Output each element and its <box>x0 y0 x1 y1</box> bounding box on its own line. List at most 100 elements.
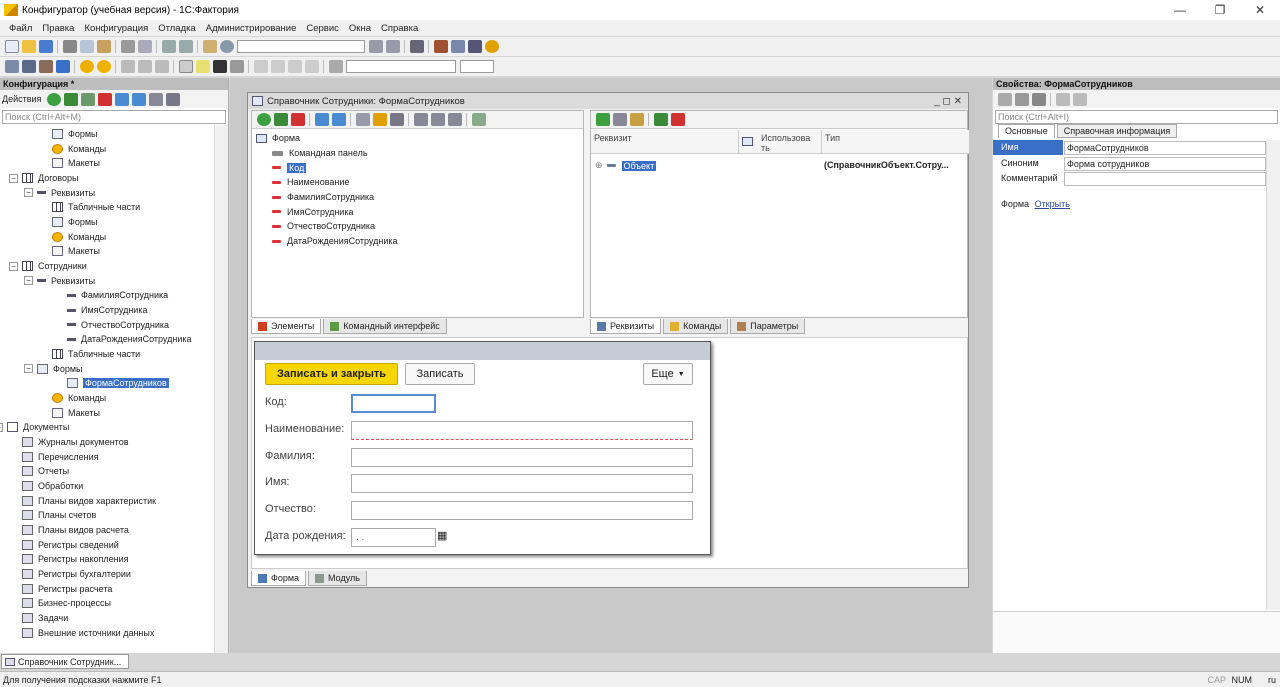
field-input[interactable] <box>351 394 436 413</box>
format-icon[interactable] <box>328 60 343 73</box>
property-value[interactable] <box>1064 172 1266 186</box>
menu-help[interactable]: Справка <box>381 23 418 34</box>
italic-icon[interactable] <box>137 60 152 73</box>
font-color-icon[interactable] <box>212 60 227 73</box>
attribute-row-object[interactable]: ⊕ Объект <box>595 160 657 171</box>
tree-item[interactable]: Команды <box>52 142 106 156</box>
tab-commands[interactable]: Команды <box>663 319 729 334</box>
open-link[interactable]: Открыть <box>1035 199 1070 209</box>
tree-item[interactable]: Формы <box>52 215 98 229</box>
filter-icon[interactable] <box>165 92 180 106</box>
db-update-icon[interactable] <box>55 60 70 73</box>
move-up-icon[interactable] <box>114 92 129 106</box>
tree-item[interactable]: Табличные части <box>52 347 140 361</box>
language-indicator[interactable]: ru <box>1268 675 1276 685</box>
run-icon[interactable] <box>79 60 94 73</box>
collapse-icon[interactable]: − <box>9 261 18 271</box>
tree-item[interactable]: Команды <box>52 230 106 244</box>
menu-service[interactable]: Сервис <box>306 23 339 34</box>
tree-item[interactable]: Журналы документов <box>22 435 128 449</box>
edit-pencil-icon[interactable] <box>63 92 78 106</box>
justify-icon[interactable] <box>304 60 319 73</box>
align-center-icon[interactable] <box>270 60 285 73</box>
tree-item[interactable]: − Договоры <box>9 171 78 185</box>
add-attribute-icon[interactable] <box>595 113 610 126</box>
tree-item[interactable]: Регистры бухгалтерии <box>22 567 131 581</box>
edit-attribute-icon[interactable] <box>653 113 668 126</box>
edit-element-icon[interactable] <box>273 113 288 126</box>
expand-icon[interactable]: + <box>0 422 3 432</box>
field-input[interactable] <box>351 474 693 493</box>
open-folder-icon[interactable] <box>21 40 36 53</box>
property-value[interactable]: Форма сотрудников <box>1064 156 1266 171</box>
tree-item[interactable]: Отчеты <box>22 464 69 478</box>
underline-icon[interactable] <box>154 60 169 73</box>
close-button[interactable]: ✕ <box>1240 0 1280 20</box>
tab-basic[interactable]: Основные <box>998 124 1055 138</box>
tree-item[interactable]: Планы видов расчета <box>22 523 129 537</box>
tree-item[interactable]: Макеты <box>52 406 100 420</box>
line-color-icon[interactable] <box>229 60 244 73</box>
actions-menu[interactable]: Действия <box>2 94 41 104</box>
run-debug-icon[interactable] <box>96 60 111 73</box>
debug-icon[interactable] <box>467 40 482 53</box>
tree-item[interactable]: ФормаСотрудников <box>67 376 169 390</box>
maximize-button[interactable]: ❐ <box>1200 0 1240 20</box>
tree-item[interactable]: ФамилияСотрудника <box>67 288 168 302</box>
collapse-icon[interactable]: − <box>24 276 33 286</box>
find-next-icon[interactable] <box>368 40 383 53</box>
delete-icon[interactable] <box>97 92 112 106</box>
tab-elements[interactable]: Элементы <box>251 319 322 334</box>
tab-parameters[interactable]: Параметры <box>730 319 806 334</box>
copy-icon[interactable] <box>79 40 94 53</box>
menu-debug[interactable]: Отладка <box>158 23 196 34</box>
delete-element-icon[interactable] <box>290 113 305 126</box>
tree-item[interactable]: + Документы <box>0 420 69 434</box>
align-right-icon[interactable] <box>287 60 302 73</box>
paste-icon[interactable] <box>96 40 111 53</box>
tree-item[interactable]: Регистры накопления <box>22 552 129 566</box>
add-icon[interactable] <box>46 92 61 106</box>
update-icon[interactable] <box>38 60 53 73</box>
tab-attributes[interactable]: Реквизиты <box>590 319 662 334</box>
element-command-panel[interactable]: Командная панель <box>272 148 368 158</box>
redo-icon[interactable] <box>178 40 193 53</box>
tree-root-form[interactable]: Форма <box>256 133 300 143</box>
tree-scrollbar[interactable] <box>214 125 228 653</box>
tree-item[interactable]: Команды <box>52 391 106 405</box>
tree-item[interactable]: ИмяСотрудника <box>67 303 147 317</box>
fill-color-icon[interactable] <box>195 60 210 73</box>
configuration-search-input[interactable]: Поиск (Ctrl+Alt+M) <box>2 110 226 124</box>
borders-icon[interactable] <box>178 60 193 73</box>
undo-icon[interactable] <box>161 40 176 53</box>
find-in-files-icon[interactable] <box>202 40 217 53</box>
tab-command-interface[interactable]: Командный интерфейс <box>323 319 447 334</box>
property-value[interactable]: ФормаСотрудников <box>1064 141 1266 155</box>
sort-alpha-icon[interactable] <box>997 92 1012 106</box>
layout-icon[interactable] <box>389 113 404 126</box>
search-combo[interactable] <box>237 40 365 53</box>
cut-icon[interactable] <box>62 40 77 53</box>
tree-item[interactable]: Регистры сведений <box>22 538 119 552</box>
check-mark-icon[interactable] <box>1072 92 1087 106</box>
element-field[interactable]: ФамилияСотрудника <box>272 192 374 202</box>
tree-item[interactable]: ОтчествоСотрудника <box>67 318 169 332</box>
minimize-button[interactable]: — <box>1160 0 1200 20</box>
delete-attribute-icon[interactable] <box>670 113 685 126</box>
sort-icon[interactable] <box>148 92 163 106</box>
save-icon[interactable] <box>38 40 53 53</box>
menu-file[interactable]: Файл <box>9 23 32 34</box>
font-combo[interactable] <box>346 60 456 73</box>
tree-item[interactable]: Перечисления <box>22 450 99 464</box>
copy-item-icon[interactable] <box>80 92 95 106</box>
tools-icon[interactable] <box>433 40 448 53</box>
property-row[interactable]: Комментарий <box>993 171 1280 186</box>
element-field[interactable]: ИмяСотрудника <box>272 207 353 217</box>
group-icon[interactable] <box>355 113 370 126</box>
categories-icon[interactable] <box>1014 92 1029 106</box>
properties-scrollbar[interactable] <box>1266 140 1280 610</box>
check-icon[interactable] <box>471 113 486 126</box>
element-field[interactable]: Наименование <box>272 177 349 187</box>
preview-icon[interactable] <box>137 40 152 53</box>
expand-icon[interactable]: ⊕ <box>595 160 603 171</box>
